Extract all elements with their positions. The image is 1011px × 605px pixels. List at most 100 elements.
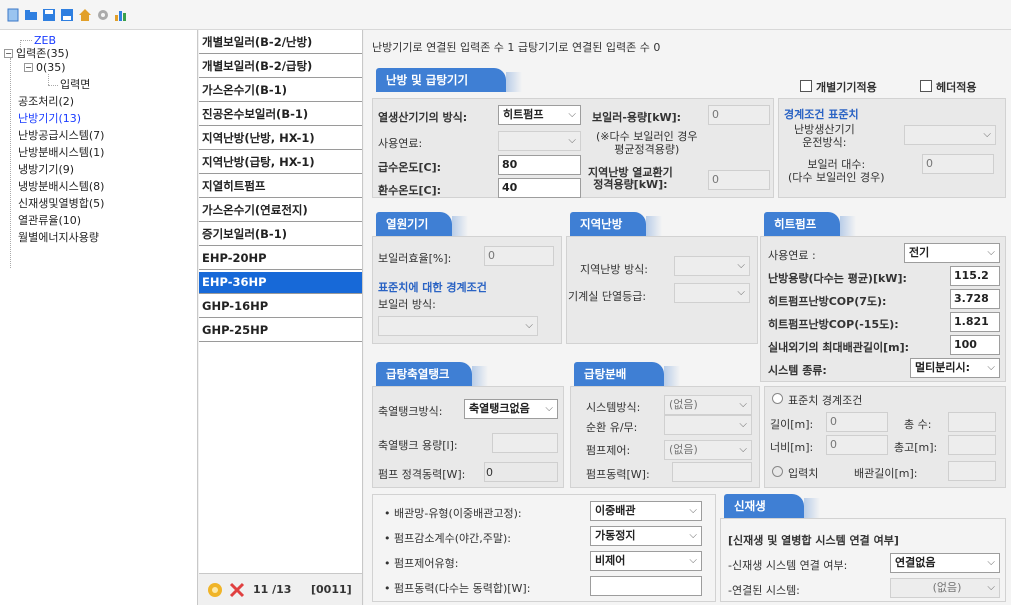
tree-item-air-handling[interactable]: 공조처리(2)	[18, 95, 74, 108]
tab-heat-pump[interactable]: 히트펌프	[764, 212, 856, 236]
tree-item-input-face[interactable]: 입력면	[60, 78, 90, 91]
equipment-list: 개별보일러(B-2/난방) 개별보일러(B-2/급탕) 가스온수기(B-1) 진…	[199, 30, 363, 605]
main-panel: 난방기기로 연결된 입력존 수 1 급탕기기로 연결된 입력존 수 0 난방 및…	[364, 30, 1011, 605]
storage-capacity-field[interactable]	[492, 433, 558, 453]
district-method-select[interactable]: ⌵	[674, 256, 750, 276]
input-value-radio[interactable]	[772, 466, 783, 477]
open-folder-icon[interactable]	[24, 8, 38, 22]
individual-equipment-label: 개별기기적용	[816, 81, 877, 94]
list-item[interactable]: GHP-16HP	[199, 296, 362, 318]
list-item[interactable]: 가스온수기(B-1)	[199, 80, 362, 102]
supply-temp-field[interactable]: 80	[498, 155, 581, 175]
total-count-field[interactable]	[948, 412, 996, 432]
list-item[interactable]: EHP-20HP	[199, 248, 362, 270]
list-item[interactable]: GHP-25HP	[199, 320, 362, 342]
heat-method-select[interactable]: 히트펌프 ⌵	[498, 105, 581, 125]
length-field[interactable]: 0	[826, 412, 888, 432]
return-temp-label: 환수온도[C]:	[378, 184, 442, 197]
tab-hotwater-distribution[interactable]: 급탕분배	[574, 362, 680, 386]
boiler-count-field[interactable]: 0	[922, 154, 994, 174]
save-as-icon[interactable]	[60, 8, 74, 22]
multi-boiler-note: (※다수 보일러인 경우 평균정격용량)	[596, 130, 698, 156]
machine-room-select[interactable]: ⌵	[674, 283, 750, 303]
distribution-system-select[interactable]: (없음) ⌵	[664, 395, 752, 415]
list-footer: 11 /13 [0011]	[199, 573, 362, 605]
delete-icon[interactable]	[229, 582, 245, 601]
boiler-type-select[interactable]: ⌵	[378, 316, 538, 336]
settings-gear-icon[interactable]	[207, 582, 223, 601]
pump-control-label: 펌프제어:	[586, 444, 631, 457]
home-icon[interactable]	[78, 8, 92, 22]
pipe-type-select[interactable]: 이중배관 ⌵	[590, 501, 702, 521]
new-doc-icon[interactable]	[6, 8, 20, 22]
boiler-capacity-label: 보일러-용량[kW]:	[592, 111, 682, 124]
list-item[interactable]: 지열히트펌프	[199, 176, 362, 198]
pump-rated-field[interactable]	[484, 462, 558, 482]
circulation-select[interactable]: ⌵	[664, 415, 752, 435]
tree-item-u-value[interactable]: 열관류율(10)	[18, 214, 81, 227]
pump-reduction-select[interactable]: 가동정지 ⌵	[590, 526, 702, 546]
total-height-field[interactable]	[948, 435, 996, 455]
hp-cop7-field[interactable]: 3.728	[950, 289, 1000, 309]
list-item[interactable]: 가스온수기(연료전지)	[199, 200, 362, 222]
tree-item-zone-0[interactable]: 0(35)	[36, 61, 66, 74]
tree-item-renewable[interactable]: 신재생및열병합(5)	[18, 197, 104, 210]
pump-control-type-select[interactable]: 비제어 ⌵	[590, 551, 702, 571]
record-code: [0011]	[311, 583, 352, 596]
chart-icon[interactable]	[114, 8, 128, 22]
pipe-length-field[interactable]	[948, 461, 996, 481]
tree-item-heating-distribution[interactable]: 난방분배시스템(1)	[18, 146, 104, 159]
hp-cop15-field[interactable]: 1.821	[950, 312, 1000, 332]
machine-room-label: 기계실 단열등급:	[568, 290, 647, 303]
renewable-connection-select[interactable]: 연결없음 ⌵	[890, 553, 1000, 573]
pump-power-sum-field[interactable]	[590, 576, 702, 596]
connection-summary: 난방기기로 연결된 입력존 수 1 급탕기기로 연결된 입력존 수 0	[372, 41, 661, 54]
header-apply-checkbox[interactable]	[920, 80, 932, 92]
tab-heat-source[interactable]: 열원기기	[376, 212, 468, 236]
tab-storage-tank[interactable]: 급탕축열탱크	[376, 362, 488, 386]
list-item[interactable]: 지역난방(급탕, HX-1)	[199, 152, 362, 174]
pump-control-select[interactable]: (없음) ⌵	[664, 440, 752, 460]
individual-equipment-checkbox[interactable]	[800, 80, 812, 92]
tree-item-heating-equipment[interactable]: 난방기기(13)	[18, 112, 81, 125]
tree-item-zeb[interactable]: ZEB	[34, 34, 56, 47]
hp-pipe-length-label: 실내외기의 최대배관길이[m]:	[768, 341, 910, 354]
width-label: 너비[m]:	[770, 441, 814, 454]
tree-item-monthly-energy[interactable]: 월별에너지사용량	[18, 231, 99, 244]
linked-system-select[interactable]: (없음) ⌵	[890, 578, 1000, 598]
boiler-efficiency-field[interactable]: 0	[484, 246, 554, 266]
list-item[interactable]: 증기보일러(B-1)	[199, 224, 362, 246]
tree-item-input-zone[interactable]: 입력존(35)	[16, 47, 69, 60]
hp-capacity-field[interactable]: 115.2	[950, 266, 1000, 286]
input-value-radio-label: 입력치	[788, 467, 819, 480]
return-temp-field[interactable]: 40	[498, 178, 581, 198]
tree-item-cooling-equipment[interactable]: 냉방기기(9)	[18, 163, 74, 176]
save-icon[interactable]	[42, 8, 56, 22]
tree-item-heating-supply[interactable]: 난방공급시스템(7)	[18, 129, 104, 142]
list-item[interactable]: 개별보일러(B-2/난방)	[199, 32, 362, 54]
tab-district-heating[interactable]: 지역난방	[570, 212, 662, 236]
settings-gear-icon[interactable]	[96, 8, 110, 22]
tab-heating-hotwater[interactable]: 난방 및 급탕기기	[376, 68, 522, 92]
pipe-type-label: • 배관망-유형(이중배관고정):	[384, 507, 522, 520]
list-item[interactable]: 진공온수보일러(B-1)	[199, 104, 362, 126]
supply-temp-label: 급수온도[C]:	[378, 161, 442, 174]
width-field[interactable]: 0	[826, 435, 888, 455]
list-item[interactable]: 지역난방(난방, HX-1)	[199, 128, 362, 150]
pump-power-field[interactable]	[672, 462, 752, 482]
boundary-method-select[interactable]: ⌵	[904, 125, 996, 145]
list-item[interactable]: 개별보일러(B-2/급탕)	[199, 56, 362, 78]
collapse-icon[interactable]: −	[4, 49, 13, 58]
tab-renewable[interactable]: 신재생	[724, 494, 820, 518]
hp-system-select[interactable]: 멀티분리시: ⌵	[910, 358, 1000, 378]
district-capacity-field[interactable]: 0	[708, 170, 770, 190]
list-item-selected[interactable]: EHP-36HP	[199, 272, 362, 294]
boiler-capacity-field[interactable]: 0	[708, 105, 770, 125]
storage-method-select[interactable]: 축열탱크없음 ⌵	[464, 399, 558, 419]
fuel-select[interactable]: ⌵	[498, 131, 581, 151]
collapse-icon[interactable]: −	[24, 63, 33, 72]
hp-pipe-length-field[interactable]: 100	[950, 335, 1000, 355]
hp-fuel-select[interactable]: 전기 ⌵	[904, 243, 1000, 263]
standard-boundary-radio[interactable]	[772, 393, 783, 404]
tree-item-cooling-distribution[interactable]: 냉방분배시스템(8)	[18, 180, 104, 193]
